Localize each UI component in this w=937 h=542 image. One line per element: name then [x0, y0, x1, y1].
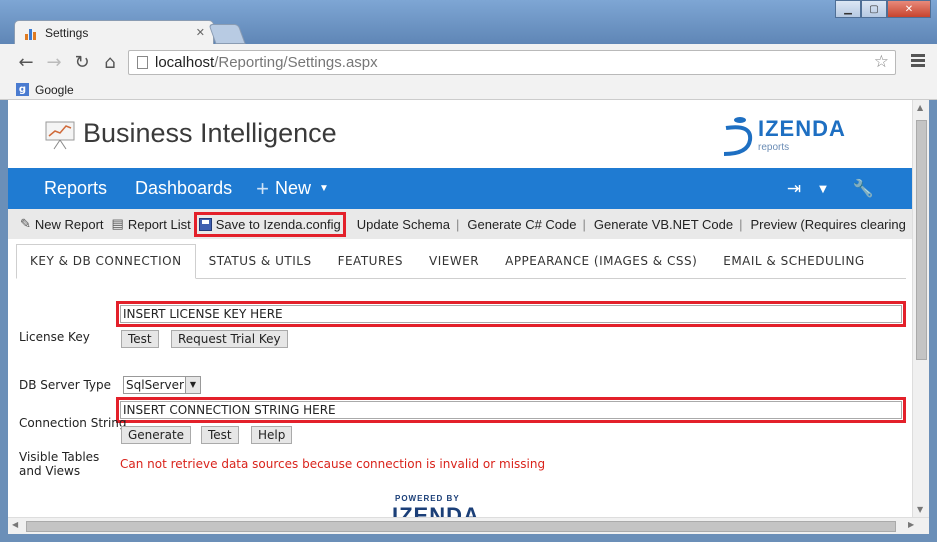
page-icon [137, 56, 148, 69]
update-schema-button[interactable]: Update Schema [357, 217, 450, 232]
pencil-icon: ✎ [20, 216, 31, 231]
izenda-subtitle: reports [758, 142, 790, 153]
powered-izenda-text: IZENDA [392, 503, 480, 517]
settings-form: INSERT LICENSE KEY HERE License Key Test… [8, 280, 912, 517]
izenda-wordmark: IZENDA [758, 116, 846, 141]
presentation-easel-icon [45, 121, 75, 150]
license-key-label: License Key [19, 330, 90, 344]
connection-string-label: Connection String [19, 416, 127, 430]
tab-key-db-connection[interactable]: KEY & DB CONNECTION [16, 244, 196, 279]
list-icon: ▤ [111, 216, 124, 231]
db-server-type-label: DB Server Type [19, 378, 112, 392]
wrench-settings-icon[interactable]: 🔧 [853, 179, 874, 199]
vertical-scroll-thumb[interactable] [916, 120, 927, 360]
new-report-button[interactable]: ✎ New Report [20, 216, 104, 232]
visible-tables-label: Visible Tables [19, 450, 100, 464]
window-controls: ▁ ▢ ✕ [835, 0, 931, 18]
nav-right-tools: ⇥ ▼ 🔧 [787, 179, 874, 199]
tab-email-scheduling[interactable]: EMAIL & SCHEDULING [710, 254, 877, 278]
window-close-icon[interactable]: ✕ [887, 0, 931, 18]
floppy-save-icon [198, 217, 212, 231]
new-report-label: New Report [34, 216, 104, 232]
separator: | [455, 216, 460, 232]
main-nav: Reports Dashboards + New ▼ ⇥ ▼ 🔧 [8, 168, 912, 209]
vertical-scrollbar[interactable]: ▲ ▼ [912, 100, 929, 517]
horizontal-scrollbar[interactable]: ◀ ▶ [8, 517, 929, 534]
nav-new-menu[interactable]: + New ▼ [256, 176, 329, 202]
home-icon[interactable]: ⌂ [96, 50, 124, 74]
izenda-logo[interactable]: IZENDA reports [720, 114, 880, 158]
plus-icon: + [256, 175, 269, 201]
nav-reports[interactable]: Reports [44, 178, 107, 199]
browser-tab[interactable]: Settings ✕ [14, 20, 214, 45]
request-trial-key-button[interactable]: Request Trial Key [171, 330, 288, 348]
generate-button[interactable]: Generate [121, 426, 192, 444]
test-connection-button[interactable]: Test [201, 426, 239, 444]
scroll-down-icon[interactable]: ▼ [917, 505, 923, 514]
page-title: Business Intelligence [83, 118, 337, 148]
connection-error-message: Can not retrieve data sources because co… [120, 457, 546, 471]
dropdown-arrow-icon: ▼ [185, 377, 200, 393]
chart-favicon-icon [25, 26, 39, 40]
preview-button[interactable]: Preview (Requires clearing [751, 217, 906, 232]
powered-by-izenda-logo: POWERED BY IZENDA [392, 486, 526, 517]
license-key-input[interactable]: INSERT LICENSE KEY HERE [116, 301, 906, 327]
page-viewport: Business Intelligence IZENDA reports Rep… [8, 100, 912, 517]
powered-by-text: POWERED BY [395, 494, 460, 503]
visible-tables-label-2: and Views [19, 464, 81, 478]
scroll-up-icon[interactable]: ▲ [917, 103, 923, 112]
window-titlebar: Settings ✕ ▁ ▢ ✕ [0, 0, 937, 45]
save-config-label: Save to Izenda.config [215, 216, 341, 232]
nav-dashboards[interactable]: Dashboards [135, 178, 232, 199]
generate-cs-button[interactable]: Generate C# Code [467, 217, 576, 232]
reload-icon[interactable]: ↻ [68, 50, 96, 74]
tab-title: Settings [45, 26, 89, 40]
bookmark-star-icon[interactable]: ☆ [874, 52, 889, 72]
settings-tabs: KEY & DB CONNECTION STATUS & UTILS FEATU… [16, 243, 906, 279]
db-server-type-value: SqlServer [126, 378, 184, 392]
save-config-button[interactable]: Save to Izenda.config [193, 211, 346, 237]
chevron-down-icon[interactable]: ▼ [819, 184, 827, 195]
address-bar[interactable]: localhost/Reporting/Settings.aspx ☆ [128, 50, 896, 75]
minimize-icon[interactable]: ▁ [835, 0, 861, 18]
bookmark-google[interactable]: Google [35, 83, 74, 97]
nav-new-label: New [274, 178, 311, 198]
url-path: /Reporting/Settings.aspx [214, 54, 378, 71]
new-tab-button[interactable] [208, 24, 246, 44]
chrome-menu-icon[interactable] [911, 54, 925, 69]
maximize-icon[interactable]: ▢ [861, 0, 887, 18]
separator: | [582, 216, 586, 232]
chevron-down-icon: ▼ [318, 183, 329, 194]
izenda-swoosh-icon [723, 117, 753, 156]
report-list-label: Report List [127, 216, 191, 232]
help-button[interactable]: Help [251, 426, 293, 444]
tab-status-utils[interactable]: STATUS & UTILS [196, 254, 325, 278]
forward-arrow-icon[interactable]: → [40, 50, 68, 74]
tab-appearance[interactable]: APPEARANCE (IMAGES & CSS) [492, 254, 710, 278]
url-host: localhost [155, 54, 215, 71]
generate-vb-button[interactable]: Generate VB.NET Code [594, 217, 733, 232]
separator: | [739, 216, 743, 232]
google-icon: g [16, 83, 29, 96]
sign-in-icon[interactable]: ⇥ [787, 179, 801, 199]
action-toolbar: ✎ New Report ▤ Report List Save to Izenda.… [8, 209, 912, 239]
scroll-right-icon[interactable]: ▶ [908, 520, 914, 529]
page-header: Business Intelligence IZENDA reports [8, 100, 912, 168]
horizontal-scroll-thumb[interactable] [26, 521, 896, 532]
tab-close-icon[interactable]: ✕ [196, 26, 205, 39]
test-license-button[interactable]: Test [121, 330, 159, 348]
connection-string-input[interactable]: INSERT CONNECTION STRING HERE [116, 397, 906, 423]
tab-viewer[interactable]: VIEWER [416, 254, 492, 278]
back-arrow-icon[interactable]: ← [12, 50, 40, 74]
db-server-type-select[interactable]: SqlServer ▼ [123, 376, 201, 394]
bookmarks-bar: g Google [0, 80, 937, 100]
tab-features[interactable]: FEATURES [325, 254, 416, 278]
report-list-button[interactable]: ▤ Report List [112, 216, 191, 232]
window-bottom-frame [0, 534, 937, 542]
scroll-left-icon[interactable]: ◀ [12, 520, 18, 529]
browser-toolbar: ← → ↻ ⌂ localhost/Reporting/Settings.asp… [0, 44, 937, 80]
